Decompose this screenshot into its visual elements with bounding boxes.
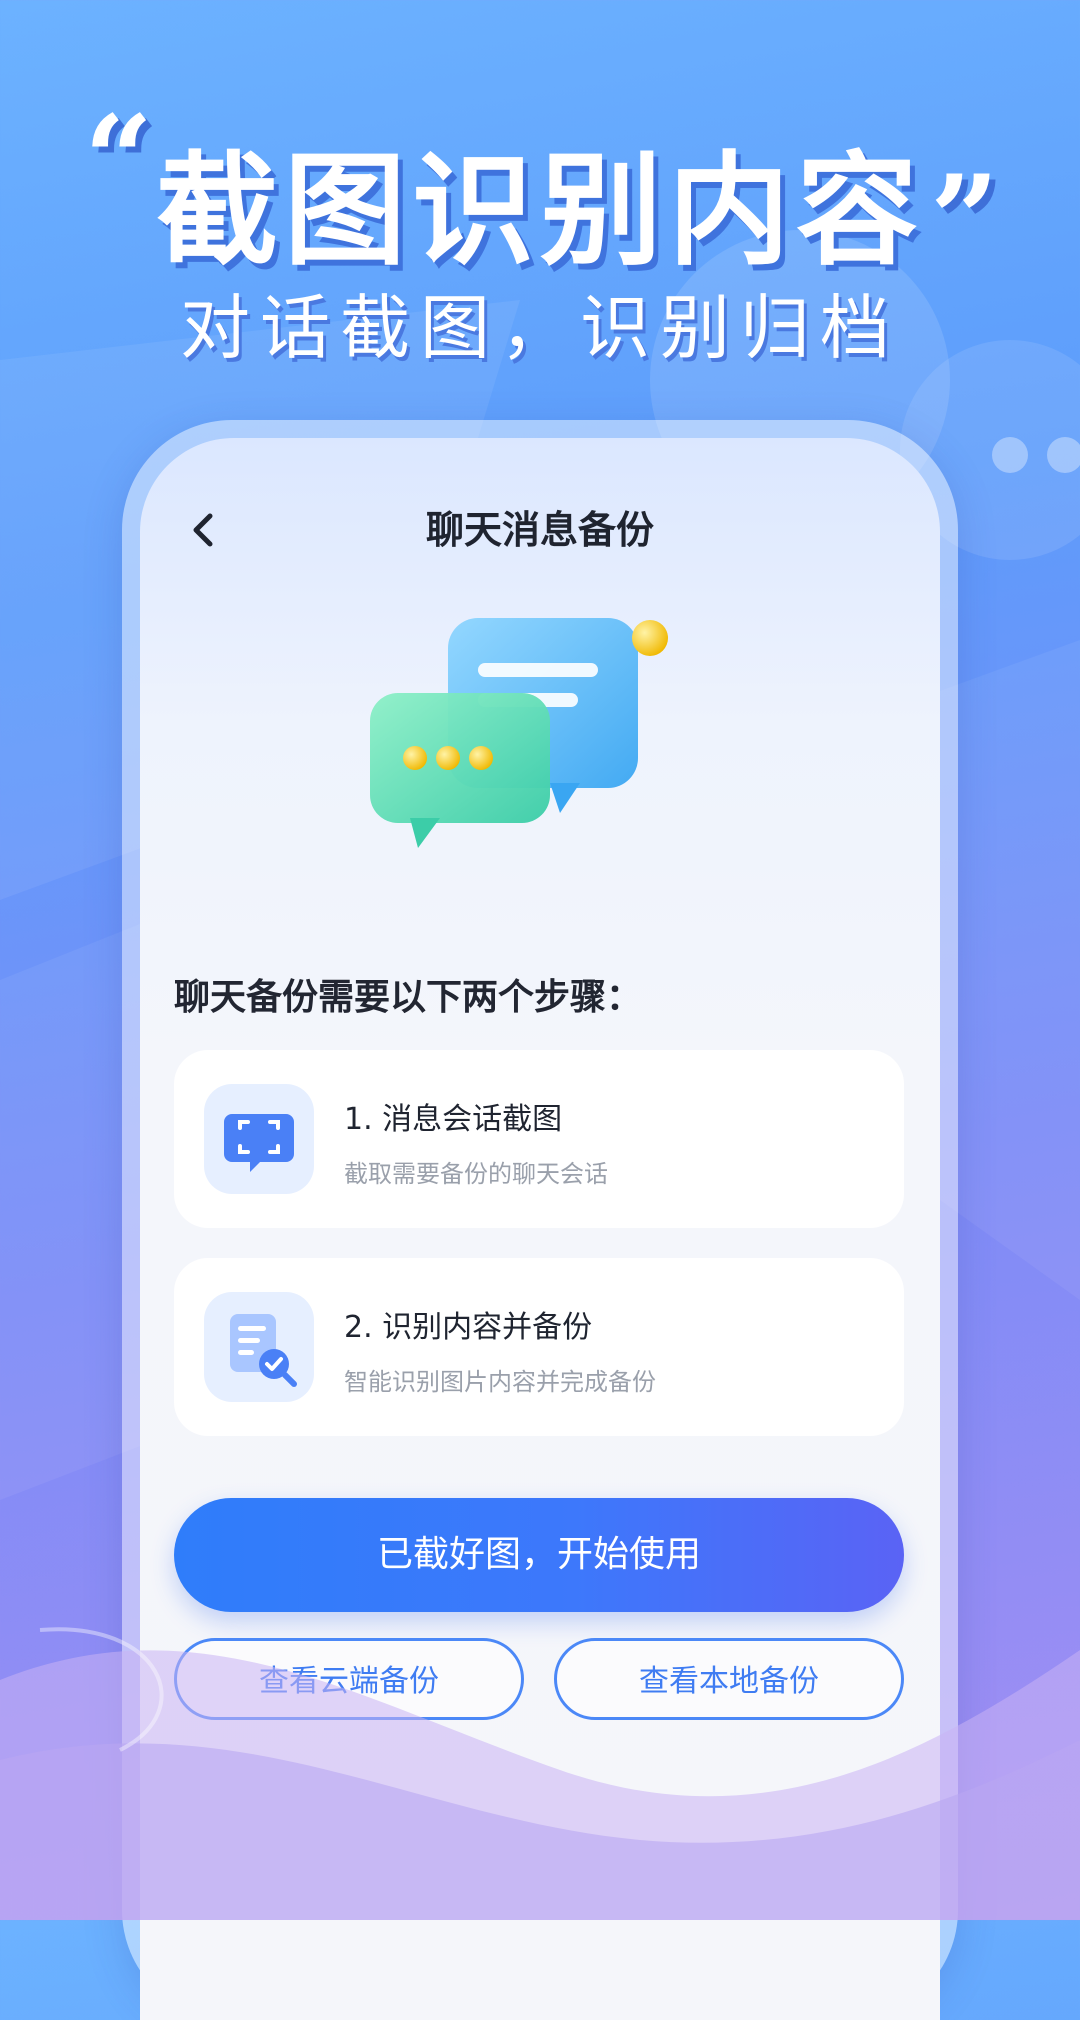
headline-area: “ 截图识别内容 ” — [0, 100, 1080, 283]
step-title: 2. 识别内容并备份 — [344, 1310, 593, 1345]
step-description: 截取需要备份的聊天会话 — [344, 1160, 608, 1188]
chat-bubbles-illustration — [370, 618, 668, 848]
step-title: 1. 消息会话截图 — [344, 1102, 563, 1137]
bottom-wave-decoration — [0, 1627, 1080, 1920]
step-icon-container — [204, 1084, 314, 1194]
step-card-recognize: 2. 识别内容并备份 智能识别图片内容并完成备份 — [174, 1258, 904, 1436]
close-quote-mark: ” — [930, 149, 1000, 290]
steps-section-title: 聊天备份需要以下两个步骤： — [174, 977, 643, 1018]
step-description: 智能识别图片内容并完成备份 — [344, 1368, 656, 1396]
nav-bar: 聊天消息备份 — [140, 498, 940, 562]
document-scan-icon — [230, 1314, 297, 1387]
headline-subtitle: 对话截图，识别归档 — [180, 287, 900, 369]
page-title: 聊天消息备份 — [425, 508, 654, 552]
step-card-screenshot: 1. 消息会话截图 截取需要备份的聊天会话 — [174, 1050, 904, 1228]
step-icon-container — [204, 1292, 314, 1402]
headline-title: 截图识别内容 — [156, 140, 924, 282]
screenshot-icon — [224, 1114, 294, 1172]
